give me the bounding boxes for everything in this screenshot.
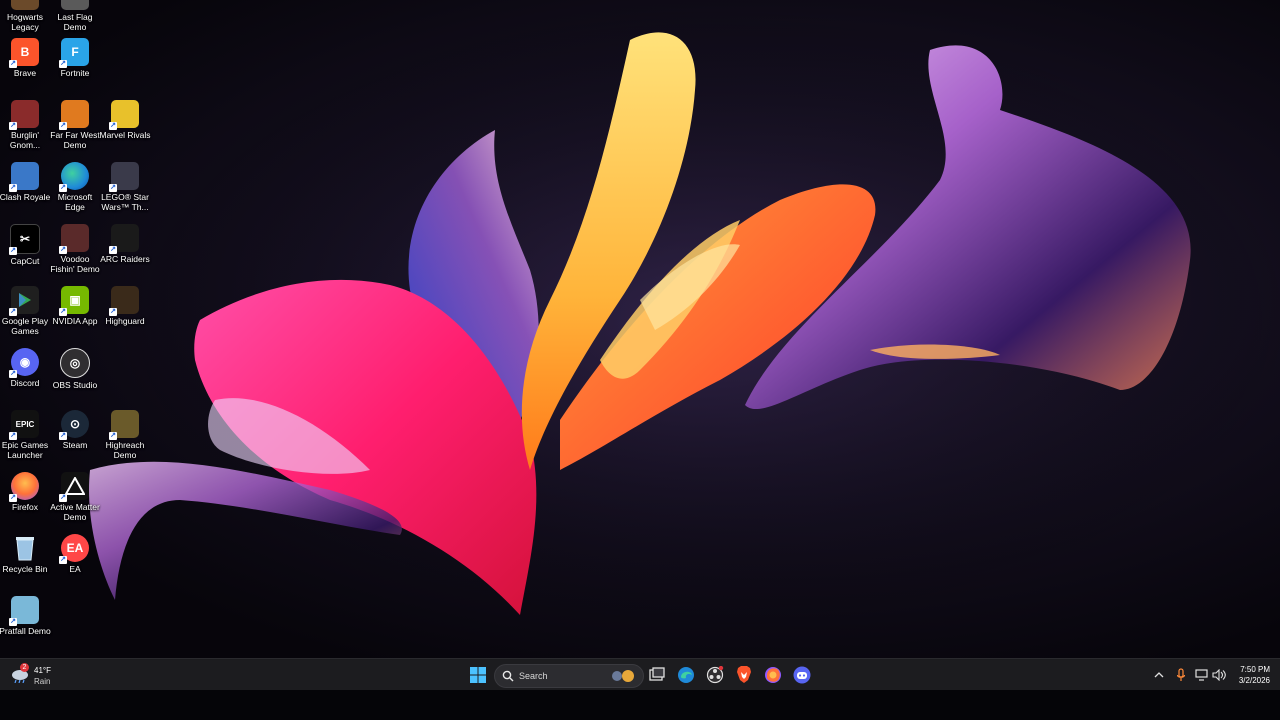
taskbar-search-box[interactable]: Search: [494, 664, 644, 688]
firefox-icon: [765, 667, 781, 683]
arc-raiders-icon: ↗: [109, 224, 139, 254]
desktop-icon-fortnite[interactable]: F ↗ Fortnite: [50, 36, 100, 98]
desktop: Hogwarts Legacy Last Flag Demo B ↗ Brave …: [0, 0, 1280, 658]
weather-widget[interactable]: 2 41°F Rain: [10, 663, 70, 687]
desktop-icon-ea[interactable]: EA ↗ EA: [50, 532, 100, 594]
discord-icon: ◉ ↗: [9, 348, 39, 378]
burglin-gnomes-icon: ↗: [9, 100, 39, 130]
steam-icon: ⊙ ↗: [59, 410, 89, 440]
desktop-icon-google-play-games[interactable]: ↗ Google Play Games: [0, 284, 50, 346]
brave-icon: B ↗: [9, 38, 39, 68]
microphone-tray-button[interactable]: [1170, 663, 1192, 687]
wallpaper-bloom: [89, 0, 1280, 640]
far-far-west-icon: ↗: [59, 100, 89, 130]
voodoo-fishin-icon: ↗: [59, 224, 89, 254]
show-hidden-icons-button[interactable]: [1148, 663, 1170, 687]
taskbar-firefox[interactable]: [761, 663, 785, 687]
taskbar-discord[interactable]: [790, 663, 814, 687]
desktop-icon-pratfall-demo[interactable]: ↗ Pratfall Demo: [0, 594, 51, 656]
search-label: Search: [519, 671, 548, 681]
desktop-icon-epic-games-launcher[interactable]: EPIC ↗ Epic Games Launcher: [0, 408, 50, 470]
nvidia-icon: ▣ ↗: [59, 286, 89, 316]
desktop-icon-arc-raiders[interactable]: ↗ ARC Raiders: [100, 222, 150, 284]
taskbar-edge[interactable]: [674, 663, 698, 687]
clock-time: 7:50 PM: [1240, 665, 1270, 674]
weather-temperature: 41°F: [34, 666, 51, 675]
desktop-icon-obs-studio[interactable]: ◎ OBS Studio: [50, 346, 100, 408]
epic-games-icon: EPIC ↗: [9, 410, 39, 440]
desktop-icon-clash-royale[interactable]: ↗ Clash Royale: [0, 160, 50, 222]
desktop-icon-active-matter-demo[interactable]: ↗ Active Matter Demo: [50, 470, 100, 532]
start-button[interactable]: [466, 663, 490, 687]
task-view-icon: [649, 667, 665, 681]
chevron-up-icon: [1154, 672, 1164, 678]
desktop-icon-brave[interactable]: B ↗ Brave: [0, 36, 50, 98]
ea-icon: EA ↗: [59, 534, 89, 564]
pratfall-icon: ↗: [9, 596, 39, 626]
taskbar-clock[interactable]: 7:50 PM 3/2/2026: [1222, 664, 1270, 686]
desktop-icon-highguard[interactable]: ↗ Highguard: [100, 284, 150, 346]
clock-date: 3/2/2026: [1238, 676, 1270, 685]
last-flag-icon: [61, 0, 89, 10]
capcut-icon: ✂ ↗: [9, 224, 40, 255]
desktop-icon-recycle-bin[interactable]: Recycle Bin: [0, 532, 50, 594]
recycle-bin-icon: [11, 534, 39, 562]
obs-studio-icon: [706, 666, 724, 684]
desktop-icon-voodoo-fishin-demo[interactable]: ↗ Voodoo Fishin' Demo: [50, 222, 100, 284]
desktop-icon-nvidia-app[interactable]: ▣ ↗ NVIDIA App: [50, 284, 100, 346]
taskbar-obs-studio[interactable]: [703, 663, 727, 687]
edge-icon: [678, 667, 694, 683]
desktop-icon-lego-star-wars[interactable]: ↗ LEGO® Star Wars™ Th...: [100, 160, 150, 222]
google-play-games-icon: ↗: [9, 286, 39, 316]
taskbar: 2 41°F Rain Search 7:50 PM 3/2/2026: [0, 658, 1280, 691]
highreach-icon: ↗: [109, 410, 139, 440]
screen-bottom-margin: [0, 690, 1280, 720]
desktop-icon-highreach-demo[interactable]: ↗ Highreach Demo: [100, 408, 150, 470]
marvel-rivals-icon: ↗: [109, 100, 139, 130]
desktop-icon-firefox[interactable]: ↗ Firefox: [0, 470, 50, 532]
obs-studio-icon: ◎: [60, 348, 90, 378]
lego-star-wars-icon: ↗: [109, 162, 139, 192]
brave-icon: [737, 666, 751, 683]
desktop-icon-marvel-rivals[interactable]: ↗ Marvel Rivals: [99, 98, 151, 160]
active-matter-icon: ↗: [59, 472, 89, 502]
hogwarts-legacy-icon: [11, 0, 39, 10]
fortnite-icon: F ↗: [59, 38, 89, 68]
network-icon: [1194, 669, 1208, 681]
edge-icon: ↗: [59, 162, 89, 192]
highguard-icon: ↗: [109, 286, 139, 316]
search-highlight-icon: [612, 670, 634, 682]
firefox-icon: ↗: [9, 472, 39, 502]
weather-alert-badge: 2: [20, 663, 29, 672]
windows-logo-icon: [470, 667, 486, 683]
task-view-button[interactable]: [645, 663, 669, 687]
search-icon: [502, 670, 514, 682]
desktop-icon-microsoft-edge[interactable]: ↗ Microsoft Edge: [50, 160, 100, 222]
desktop-icon-discord[interactable]: ◉ ↗ Discord: [0, 346, 50, 408]
taskbar-brave[interactable]: [732, 663, 756, 687]
weather-condition: Rain: [34, 677, 51, 686]
discord-icon: [793, 666, 811, 684]
desktop-icon-steam[interactable]: ⊙ ↗ Steam: [50, 408, 100, 470]
desktop-icon-capcut[interactable]: ✂ ↗ CapCut: [0, 222, 50, 284]
clash-royale-icon: ↗: [9, 162, 39, 192]
desktop-icon-burglin-gnomes[interactable]: ↗ Burglin' Gnom...: [0, 98, 50, 160]
desktop-icon-far-far-west-demo[interactable]: ↗ Far Far West Demo: [50, 98, 100, 160]
microphone-icon: [1176, 668, 1186, 681]
